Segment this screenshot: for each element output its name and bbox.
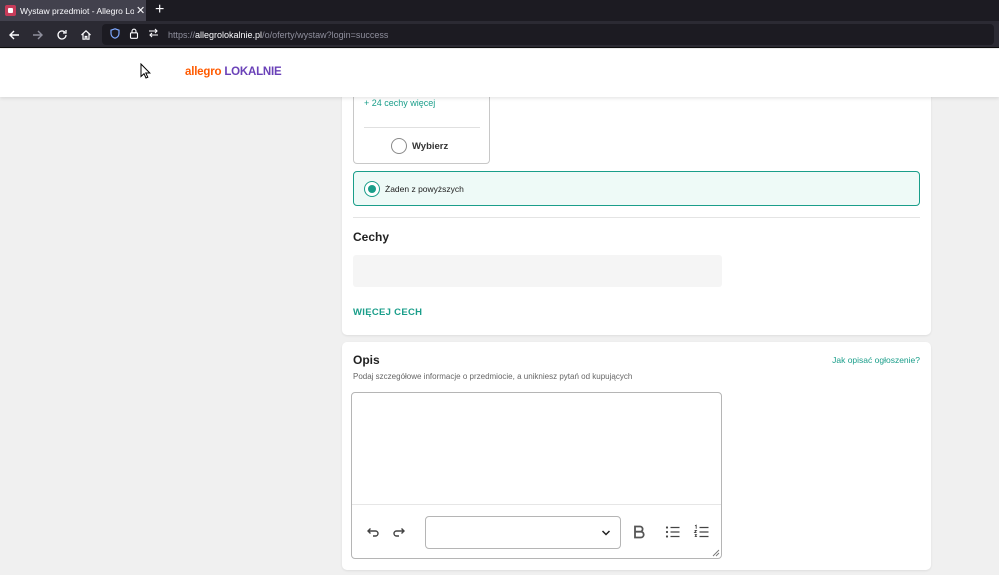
lock-icon[interactable] xyxy=(126,28,142,42)
browser-toolbar: https://allegrolokalnie.pl/o/oferty/wyst… xyxy=(0,21,999,48)
bullet-list-icon[interactable] xyxy=(663,522,683,542)
none-of-above-label: Żaden z powyższych xyxy=(385,184,464,194)
arrow-left-icon[interactable] xyxy=(4,21,24,48)
features-section-title: Cechy xyxy=(353,230,390,244)
option-divider xyxy=(364,127,480,128)
shield-icon[interactable] xyxy=(107,27,123,42)
url-text[interactable]: https://allegrolokalnie.pl/o/oferty/wyst… xyxy=(168,30,388,40)
url-prefix: https:// xyxy=(168,29,196,40)
tab-title: Wystaw przedmiot - Allegro Lokalnie xyxy=(20,5,134,16)
mouse-cursor-icon xyxy=(140,63,151,79)
redo-icon[interactable] xyxy=(390,522,410,542)
new-tab-icon[interactable]: + xyxy=(155,0,164,21)
text-style-select[interactable] xyxy=(425,516,621,549)
undo-icon[interactable] xyxy=(362,522,382,542)
tab-close-icon[interactable]: ✕ xyxy=(136,4,145,17)
arrow-right-icon[interactable] xyxy=(28,21,48,48)
more-features-link[interactable]: + 24 cechy więcej xyxy=(364,98,435,108)
allegro-lokalnie-logo[interactable]: allegro LOKALNIE xyxy=(185,66,282,78)
reload-icon[interactable] xyxy=(52,21,72,48)
numbered-list-icon[interactable] xyxy=(692,522,712,542)
features-field[interactable] xyxy=(353,255,722,287)
browser-tab-active[interactable]: Wystaw przedmiot - Allegro Lokalnie ✕ xyxy=(0,0,146,21)
bold-icon[interactable] xyxy=(629,522,649,542)
description-title: Opis xyxy=(353,353,380,367)
site-favicon-icon xyxy=(5,5,16,16)
url-path: /o/oferty/wystaw?login=success xyxy=(262,29,389,40)
logo-allegro: allegro xyxy=(185,66,222,78)
permissions-icon[interactable] xyxy=(145,28,161,41)
description-card: Opis Jak opisać ogłoszenie? Podaj szczeg… xyxy=(342,342,931,570)
browser-tab-bar: Wystaw przedmiot - Allegro Lokalnie ✕ + xyxy=(0,0,999,21)
features-card: + 24 cechy więcej Wybierz Żaden z powyżs… xyxy=(342,88,931,335)
choose-label: Wybierz xyxy=(412,141,449,152)
description-textarea[interactable] xyxy=(352,393,721,504)
logo-lokalnie: LOKALNIE xyxy=(224,66,282,78)
editor-toolbar xyxy=(352,504,721,558)
url-host: allegrolokalnie.pl xyxy=(195,29,263,40)
feature-option-card[interactable]: + 24 cechy więcej Wybierz xyxy=(353,88,490,164)
more-features-button[interactable]: WIĘCEJ CECH xyxy=(353,307,422,318)
home-icon[interactable] xyxy=(76,21,96,48)
section-divider xyxy=(353,217,920,218)
none-of-above-radio[interactable] xyxy=(364,181,380,197)
description-editor xyxy=(351,392,722,559)
url-bar[interactable]: https://allegrolokalnie.pl/o/oferty/wyst… xyxy=(102,24,994,45)
choose-radio[interactable] xyxy=(391,138,407,154)
none-of-above-option[interactable]: Żaden z powyższych xyxy=(353,171,920,206)
chevron-down-icon xyxy=(601,530,611,536)
description-subtitle: Podaj szczegółowe informacje o przedmioc… xyxy=(353,372,633,381)
description-help-link[interactable]: Jak opisać ogłoszenie? xyxy=(832,355,920,365)
